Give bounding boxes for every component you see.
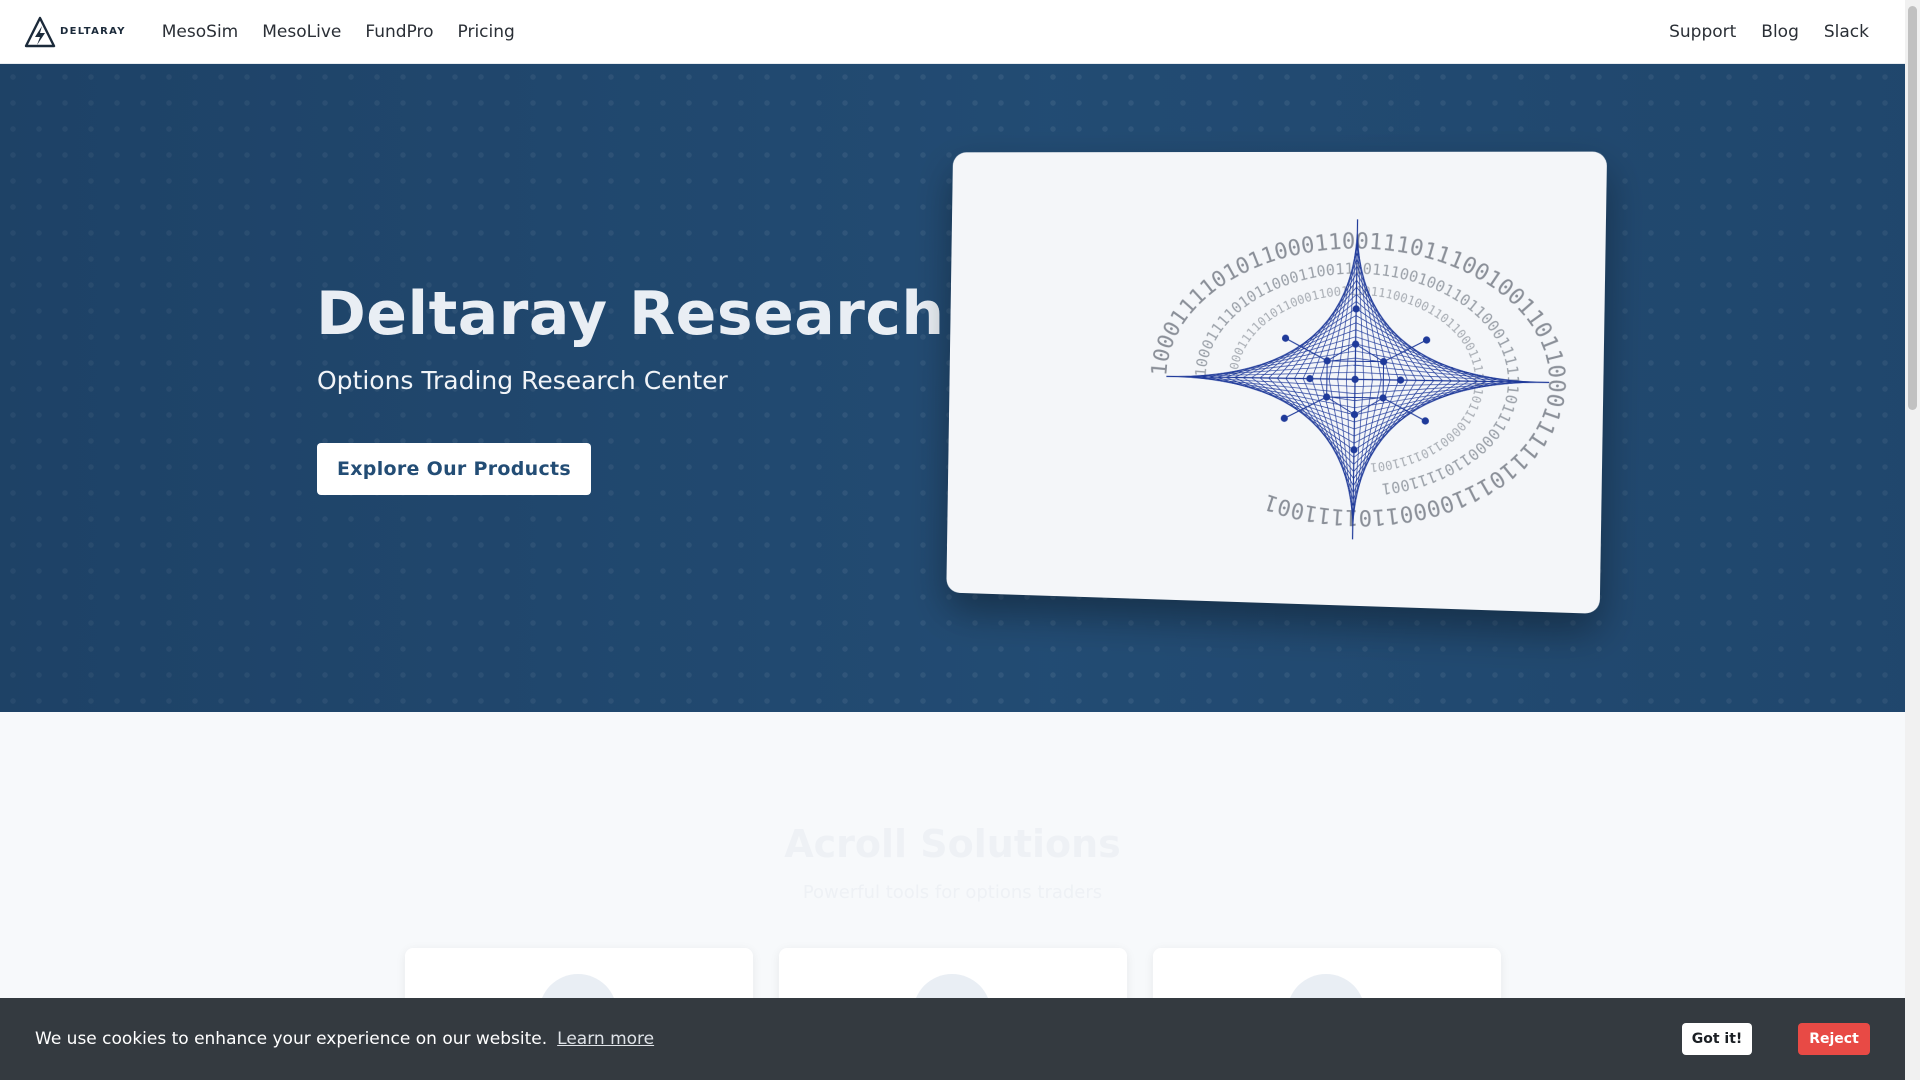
top-navbar: DELTARAY MesoSim MesoLive FundPro Pricin…: [0, 0, 1905, 64]
network-link: [1310, 379, 1355, 380]
nav-link-blog[interactable]: Blog: [1761, 22, 1799, 42]
solutions-subtitle: Powerful tools for options traders: [0, 882, 1905, 903]
network-link: [1327, 361, 1328, 397]
nav-link-fundpro[interactable]: FundPro: [365, 22, 433, 42]
brand-name: DELTARAY: [60, 26, 126, 37]
explore-products-button[interactable]: Explore Our Products: [317, 443, 591, 495]
hero-section: Deltaray Research Options Trading Resear…: [0, 64, 1905, 712]
nav-link-support[interactable]: Support: [1669, 22, 1736, 42]
hero-title: Deltaray Research: [316, 279, 945, 349]
mesh-line: [1233, 377, 1355, 436]
network-node: [1423, 336, 1430, 343]
cookie-banner: We use cookies to enhance your experienc…: [0, 998, 1905, 1080]
network-link: [1354, 415, 1355, 450]
nav-link-slack[interactable]: Slack: [1824, 22, 1869, 42]
nav-right: Support Blog Slack: [1644, 22, 1869, 42]
mesh-line: [1355, 379, 1514, 410]
nav-link-mesosim[interactable]: MesoSim: [162, 22, 238, 42]
page-scrollbar[interactable]: [1905, 0, 1920, 1080]
deltaray-logo-icon: [24, 16, 56, 48]
star-network-illustration: 1000111101011000110011101110010011011000…: [946, 152, 1607, 614]
cookie-reject-button[interactable]: Reject: [1798, 1023, 1870, 1055]
network-link: [1383, 362, 1384, 398]
scrollbar-thumb[interactable]: [1908, 6, 1917, 410]
cookie-message: We use cookies to enhance your experienc…: [35, 1029, 547, 1049]
nav-link-pricing[interactable]: Pricing: [458, 22, 515, 42]
solutions-title: Acroll Solutions: [0, 822, 1905, 866]
cookie-actions: Got it! Reject: [1682, 1023, 1870, 1055]
nav-link-mesolive[interactable]: MesoLive: [262, 22, 341, 42]
nav-left: MesoSim MesoLive FundPro Pricing: [162, 22, 539, 42]
network-node: [1422, 417, 1429, 424]
hero-illustration-card: 1000111101011000110011101110010011011000…: [946, 152, 1607, 614]
network-link: [1326, 397, 1354, 415]
cookie-learn-more-link[interactable]: Learn more: [557, 1029, 654, 1049]
brand-logo[interactable]: DELTARAY: [24, 16, 126, 48]
hero-subtitle: Options Trading Research Center: [317, 366, 728, 395]
mesh-line: [1354, 379, 1478, 438]
network-link: [1356, 309, 1357, 344]
cookie-accept-button[interactable]: Got it!: [1682, 1023, 1752, 1055]
